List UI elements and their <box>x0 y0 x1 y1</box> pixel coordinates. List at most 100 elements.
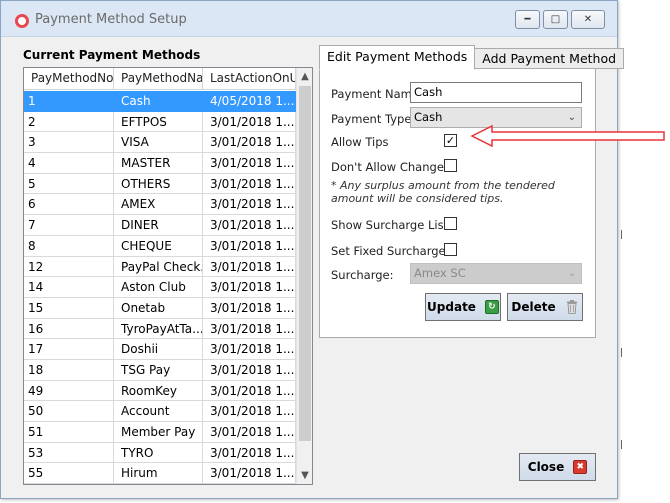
cell-paymethodno: 3 <box>24 132 114 154</box>
table-row[interactable]: 50 Account 3/01/2018 1... <box>24 401 296 422</box>
allow-tips-checkbox[interactable]: ✓ <box>444 134 457 147</box>
table-row[interactable]: 3 VISA 3/01/2018 1... <box>24 132 296 154</box>
window-title: Payment Method Setup <box>35 12 187 27</box>
cell-paymethodno: 1 <box>24 91 114 112</box>
cell-paymethodname: Account <box>114 401 203 422</box>
cell-paymethodno: 14 <box>24 277 114 298</box>
tab-add-payment-method[interactable]: Add Payment Method <box>475 48 625 69</box>
set-fixed-surcharge-checkbox[interactable] <box>444 243 457 256</box>
cell-lastactionon: 3/01/2018 1... <box>203 173 296 195</box>
payment-type-value: Cash <box>414 110 443 124</box>
cell-paymethodno: 12 <box>24 256 114 278</box>
cell-lastactionon: 3/01/2018 1... <box>203 380 296 402</box>
cell-paymethodname: RoomKey <box>114 380 203 402</box>
cell-paymethodname: PayPal Check... <box>114 256 203 278</box>
cell-paymethodname: Doshii <box>114 339 203 360</box>
table-row[interactable]: 15 Onetab 3/01/2018 1... <box>24 297 296 319</box>
window-close-button[interactable]: ✕ <box>571 10 605 29</box>
table-row[interactable]: 53 TYRO 3/01/2018 1... <box>24 442 296 464</box>
current-payment-methods-heading: Current Payment Methods <box>23 48 201 62</box>
delete-button[interactable]: Delete <box>507 293 583 321</box>
close-icon: ✕ <box>583 14 593 25</box>
grid-vertical-scrollbar[interactable]: ▲ ▼ <box>296 68 312 484</box>
show-surcharge-list-checkbox[interactable] <box>444 217 457 230</box>
cell-paymethodno: 51 <box>24 422 114 443</box>
allow-tips-label: Allow Tips <box>331 135 389 149</box>
table-row[interactable]: 16 TyroPayAtTa... 3/01/2018 1... <box>24 318 296 340</box>
cell-paymethodno: 8 <box>24 235 114 257</box>
grid-rows: 1 Cash 4/05/2018 1... 2 EFTPOS 3/01/2018 1...… <box>24 91 296 484</box>
payment-name-input[interactable]: Cash <box>410 82 582 103</box>
table-row[interactable]: 55 Hirum 3/01/2018 1... <box>24 463 296 484</box>
table-row[interactable]: 17 Doshii 3/01/2018 1... <box>24 339 296 360</box>
table-row[interactable]: 14 Aston Club 3/01/2018 1... <box>24 277 296 298</box>
tab-edit-payment-methods[interactable]: Edit Payment Methods <box>319 45 476 70</box>
table-row[interactable]: 1 Cash 4/05/2018 1... <box>24 91 296 112</box>
maximize-button[interactable]: □ <box>543 10 568 29</box>
dont-allow-change-checkbox[interactable] <box>444 159 457 172</box>
table-row[interactable]: 8 CHEQUE 3/01/2018 1... <box>24 235 296 257</box>
scroll-thumb[interactable] <box>299 86 311 441</box>
chevron-down-icon: ⌄ <box>567 268 576 279</box>
cell-paymethodno: 6 <box>24 194 114 216</box>
cell-lastactionon: 3/01/2018 1... <box>203 277 296 298</box>
table-row[interactable]: 6 AMEX 3/01/2018 1... <box>24 194 296 216</box>
cell-paymethodname: TSG Pay <box>114 359 203 381</box>
delete-button-label: Delete <box>511 300 556 314</box>
table-row[interactable]: 7 DINER 3/01/2018 1... <box>24 215 296 236</box>
column-header-paymethodname[interactable]: PayMethodNam <box>114 68 203 90</box>
column-header-lastactionon[interactable]: LastActionOnU <box>203 68 296 90</box>
payment-methods-grid[interactable]: PayMethodNo PayMethodNam LastActionOnU 1… <box>23 67 313 485</box>
tips-note: * Any surplus amount from the tendered a… <box>331 179 555 205</box>
scroll-up-icon[interactable]: ▲ <box>297 68 312 85</box>
cell-lastactionon: 3/01/2018 1... <box>203 297 296 319</box>
cell-paymethodname: Hirum <box>114 463 203 484</box>
table-row[interactable]: 18 TSG Pay 3/01/2018 1... <box>24 359 296 381</box>
cell-paymethodname: OTHERS <box>114 173 203 195</box>
payment-method-setup-window: Payment Method Setup ━ □ ✕ Current Payme… <box>0 0 625 499</box>
table-row[interactable]: 51 Member Pay 3/01/2018 1... <box>24 422 296 443</box>
edge-tick <box>621 348 622 357</box>
column-header-paymethodno[interactable]: PayMethodNo <box>24 68 114 90</box>
cell-paymethodname: Cash <box>114 91 203 112</box>
app-ring-icon <box>15 14 29 28</box>
table-row[interactable]: 2 EFTPOS 3/01/2018 1... <box>24 111 296 133</box>
minimize-icon: ━ <box>524 14 531 25</box>
table-row[interactable]: 5 OTHERS 3/01/2018 1... <box>24 173 296 195</box>
minimize-button[interactable]: ━ <box>515 10 540 29</box>
title-bar[interactable]: Payment Method Setup ━ □ ✕ <box>1 1 617 37</box>
window-controls: ━ □ ✕ <box>515 10 605 29</box>
dont-allow-change-label: Don't Allow Change <box>331 160 444 174</box>
show-surcharge-list-label: Show Surcharge List: <box>331 218 452 232</box>
cell-paymethodno: 53 <box>24 442 114 464</box>
cell-paymethodname: DINER <box>114 215 203 236</box>
update-button[interactable]: Update ↻ <box>425 293 501 321</box>
cell-paymethodname: EFTPOS <box>114 111 203 133</box>
cell-paymethodno: 17 <box>24 339 114 360</box>
table-row[interactable]: 12 PayPal Check... 3/01/2018 1... <box>24 256 296 278</box>
edge-tick <box>621 440 622 449</box>
cell-lastactionon: 3/01/2018 1... <box>203 463 296 484</box>
cell-paymethodno: 49 <box>24 380 114 402</box>
check-icon: ✓ <box>445 134 456 147</box>
cell-paymethodname: AMEX <box>114 194 203 216</box>
table-row[interactable]: 4 MASTER 3/01/2018 1... <box>24 153 296 174</box>
update-button-label: Update <box>427 300 476 314</box>
cell-lastactionon: 3/01/2018 1... <box>203 111 296 133</box>
grid-header: PayMethodNo PayMethodNam LastActionOnU <box>24 68 296 90</box>
surcharge-label: Surcharge: <box>331 268 394 282</box>
maximize-icon: □ <box>550 14 561 25</box>
cell-lastactionon: 3/01/2018 1... <box>203 359 296 381</box>
trash-icon <box>565 300 579 314</box>
cell-lastactionon: 4/05/2018 1... <box>203 91 296 112</box>
cell-lastactionon: 3/01/2018 1... <box>203 153 296 174</box>
close-button[interactable]: Close ✖ <box>519 453 596 481</box>
cell-lastactionon: 3/01/2018 1... <box>203 401 296 422</box>
scroll-down-icon[interactable]: ▼ <box>297 467 312 484</box>
table-row[interactable]: 49 RoomKey 3/01/2018 1... <box>24 380 296 402</box>
cell-lastactionon: 3/01/2018 1... <box>203 132 296 154</box>
cell-paymethodno: 15 <box>24 297 114 319</box>
cell-lastactionon: 3/01/2018 1... <box>203 442 296 464</box>
surcharge-value: Amex SC <box>414 266 466 280</box>
cell-paymethodname: TyroPayAtTa... <box>114 318 203 340</box>
